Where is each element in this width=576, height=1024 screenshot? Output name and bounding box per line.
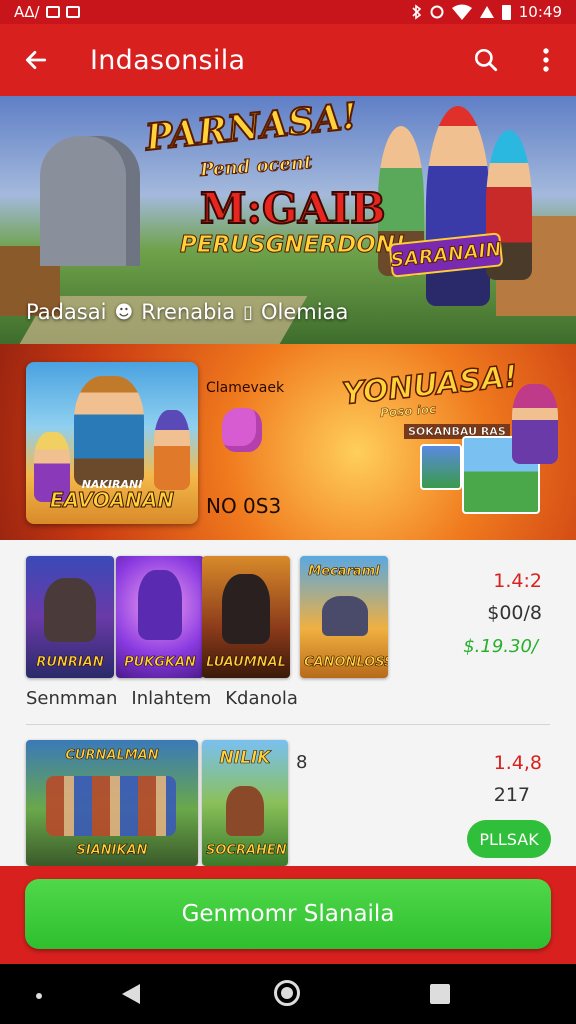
promo-art-title-text: EAVOANAN	[49, 488, 175, 512]
promo-character	[512, 384, 558, 464]
game-thumb-5-top-label: CURNALMAN	[65, 748, 159, 764]
bottom-action-bar: Genmomr Slanaila	[0, 866, 576, 964]
game-thumb-6-top-label: NILIK	[219, 748, 271, 769]
more-options-button[interactable]	[516, 24, 576, 96]
promo-subtitle: Poso ioc	[379, 402, 437, 420]
game-thumb-1-label: RUNRIAN	[36, 655, 104, 671]
nav-dot-icon	[36, 993, 42, 999]
nav-back-icon[interactable]	[120, 982, 142, 1006]
thumb-4-figure	[322, 596, 368, 636]
row1-label-1: Senmman	[26, 688, 118, 709]
nav-home-icon[interactable]	[274, 980, 300, 1006]
row1-labels: Senmman Inlahtem Kdanola	[26, 688, 298, 709]
promo-art-boy	[154, 410, 190, 490]
people-icon: ☻	[114, 301, 134, 323]
row2-price: 217	[493, 784, 530, 806]
game-thumb-6-label: SOCRAHEN	[206, 843, 287, 859]
search-button[interactable]	[456, 24, 516, 96]
promo-art-title: NAKIRANI EAVOANAN	[36, 479, 188, 512]
hero-character-2	[426, 106, 490, 306]
hero-banner[interactable]: PARNASA! Pend ocent M:GAIB PERUSGNERDON!…	[0, 96, 576, 344]
game-thumb-5[interactable]: CURNALMAN SIANIKAN	[26, 740, 198, 866]
page-title: Indasonsila	[90, 44, 246, 76]
alarm-icon	[430, 5, 444, 19]
back-arrow-icon	[25, 51, 47, 69]
game-thumb-4-label: CANONLOSS	[304, 655, 388, 671]
row1-rating: 1.4:2	[493, 570, 542, 592]
hero-meta-1: Padasai	[26, 300, 107, 324]
thumb-1-figure	[44, 578, 96, 642]
game-list: RUNRIAN PUKGKAN LUAUMNAL Mecaraml CANONL…	[0, 540, 576, 866]
more-vert-icon	[543, 48, 549, 72]
hero-meta: Padasai ☻ Rrenabia ▯ Olemiaa	[26, 300, 348, 324]
hero-title-4: PERUSGNERDON!	[179, 232, 406, 259]
nav-recents-icon[interactable]	[430, 984, 450, 1004]
promo-card[interactable]: NAKIRANI EAVOANAN Clamevaek NO 0S3 YONUA…	[0, 344, 576, 540]
game-thumb-6[interactable]: NILIK SOCRAHEN	[202, 740, 288, 866]
game-thumb-3-label: LUAUMNAL	[206, 655, 286, 671]
game-thumb-4-top-label: Mecaraml	[308, 564, 380, 580]
row2-rating: 1.4,8	[493, 752, 542, 774]
status-bar: AΔ/ 10:49	[0, 0, 576, 24]
game-thumb-4[interactable]: Mecaraml CANONLOSS	[300, 556, 388, 678]
hero-title-1: PARNASA!	[142, 96, 360, 160]
thumb-3-figure	[222, 574, 270, 644]
hero-meta-3: Olemiaa	[261, 300, 349, 324]
system-nav-bar	[0, 964, 576, 1024]
game-thumb-2[interactable]: PUKGKAN	[116, 556, 204, 678]
row1-sale-price: $.19.30/	[463, 636, 538, 657]
row1-label-3: Kdanola	[225, 688, 298, 709]
status-left: AΔ/	[14, 3, 80, 21]
app-actions	[456, 24, 576, 96]
game-thumb-3[interactable]: LUAUMNAL	[202, 556, 290, 678]
thumb-2-figure	[138, 570, 182, 640]
list-divider	[26, 724, 550, 725]
notification-icon	[65, 6, 80, 18]
device-icon: ▯	[243, 301, 254, 323]
hero-title-2: Pend ocent	[199, 152, 313, 182]
hero-title-3: M:GAIB	[199, 183, 387, 234]
app-screen: AΔ/ 10:49 Indasonsila PARNASA! Pend ocen…	[0, 0, 576, 1024]
thumb-5-group	[46, 776, 176, 836]
hero-castle-art	[40, 136, 140, 266]
sim-icon	[45, 6, 60, 18]
bluetooth-icon	[412, 4, 421, 20]
status-right: 10:49	[412, 3, 562, 21]
promo-game-art[interactable]: NAKIRANI EAVOANAN	[26, 362, 198, 524]
row1-label-2: Inlahtem	[131, 688, 212, 709]
thumb-6-figure	[226, 786, 264, 836]
promo-art-hero	[74, 376, 144, 486]
signal-icon	[479, 6, 494, 18]
game-thumb-1[interactable]: RUNRIAN	[26, 556, 114, 678]
row2-count: 8	[296, 752, 308, 773]
game-thumb-5-label: SIANIKAN	[76, 843, 148, 859]
promo-mascot-art	[222, 408, 262, 452]
back-button[interactable]	[0, 24, 72, 96]
game-thumb-2-label: PUKGKAN	[124, 655, 196, 671]
search-icon	[474, 48, 498, 72]
row2-action-button[interactable]: PLLSAK	[467, 820, 551, 858]
promo-label: Clamevaek	[206, 380, 285, 396]
app-bar: Indasonsila	[0, 24, 576, 96]
carrier-text: AΔ/	[14, 3, 40, 21]
wifi-icon	[451, 4, 472, 20]
clock-time: 10:49	[518, 3, 562, 21]
row1-price: $00/8	[487, 602, 542, 624]
promo-code: NO 0S3	[206, 494, 282, 518]
primary-cta-button[interactable]: Genmomr Slanaila	[25, 879, 551, 949]
promo-thumb-1[interactable]	[420, 444, 462, 490]
battery-icon	[501, 4, 511, 20]
hero-meta-2: Rrenabia	[141, 300, 236, 324]
